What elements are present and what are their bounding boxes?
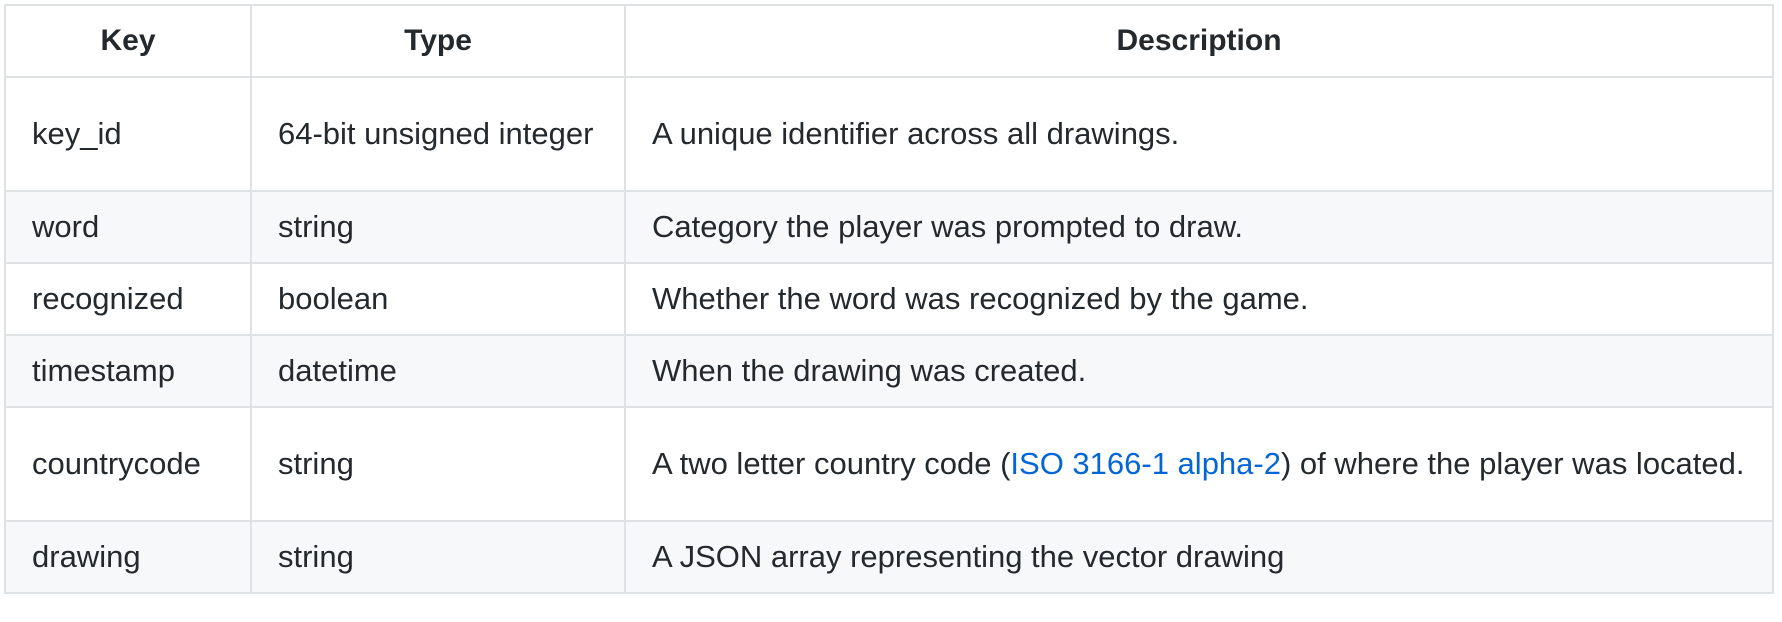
table-row: word string Category the player was prom… bbox=[4, 190, 1774, 264]
table-row: key_id 64-bit unsigned integer A unique … bbox=[4, 76, 1774, 192]
cell-type: boolean bbox=[250, 262, 626, 336]
cell-type: datetime bbox=[250, 334, 626, 408]
cell-key: timestamp bbox=[4, 334, 252, 408]
cell-type: 64-bit unsigned integer bbox=[250, 76, 626, 192]
table-row: drawing string A JSON array representing… bbox=[4, 520, 1774, 594]
description-text-before: A two letter country code ( bbox=[652, 446, 1011, 481]
cell-key: countrycode bbox=[4, 406, 252, 522]
table-row: timestamp datetime When the drawing was … bbox=[4, 334, 1774, 408]
cell-type: string bbox=[250, 406, 626, 522]
table-row: countrycode string A two letter country … bbox=[4, 406, 1774, 522]
cell-description: A unique identifier across all drawings. bbox=[624, 76, 1774, 192]
cell-description: A JSON array representing the vector dra… bbox=[624, 520, 1774, 594]
header-key: Key bbox=[4, 4, 252, 78]
cell-type: string bbox=[250, 190, 626, 264]
fields-table: Key Type Description key_id 64-bit unsig… bbox=[4, 4, 1774, 594]
cell-key: word bbox=[4, 190, 252, 264]
cell-type: string bbox=[250, 520, 626, 594]
header-type: Type bbox=[250, 4, 626, 78]
table-row: recognized boolean Whether the word was … bbox=[4, 262, 1774, 336]
cell-key: recognized bbox=[4, 262, 252, 336]
cell-key: key_id bbox=[4, 76, 252, 192]
table-header-row: Key Type Description bbox=[4, 4, 1774, 78]
cell-description: A two letter country code (ISO 3166-1 al… bbox=[624, 406, 1774, 522]
iso-3166-link[interactable]: ISO 3166-1 alpha-2 bbox=[1010, 446, 1281, 481]
cell-description: Category the player was prompted to draw… bbox=[624, 190, 1774, 264]
cell-description: Whether the word was recognized by the g… bbox=[624, 262, 1774, 336]
cell-description: When the drawing was created. bbox=[624, 334, 1774, 408]
header-description: Description bbox=[624, 4, 1774, 78]
description-text-after: ) of where the player was located. bbox=[1280, 446, 1745, 481]
cell-key: drawing bbox=[4, 520, 252, 594]
